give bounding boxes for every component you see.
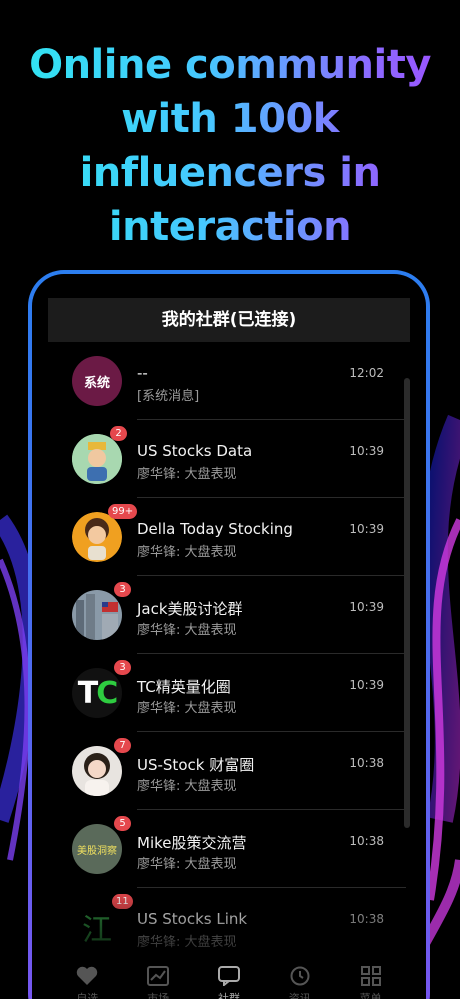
phone-frame: 我的社群(已连接) 系统 -- [系统消息] 12:02 2 US Stocks…	[28, 270, 430, 999]
screen-title: 我的社群(已连接)	[48, 298, 410, 342]
clock-icon	[290, 966, 310, 986]
chat-last-message: 廖华锋: 大盘表现	[137, 545, 237, 560]
headline-line-3: influencers in	[0, 146, 460, 200]
chat-name: US Stocks Link	[137, 910, 248, 928]
chat-last-message: 廖华锋: 大盘表现	[137, 623, 237, 638]
tab-label: 菜单	[359, 992, 382, 999]
chat-row[interactable]: TC 3 TC精英量化圈 廖华锋: 大盘表现 10:39	[32, 654, 426, 732]
grid-icon	[360, 966, 381, 986]
chat-row[interactable]: 7 US-Stock 财富圈 廖华锋: 大盘表现 10:38	[32, 732, 426, 810]
headline-line-2: with 100k	[0, 92, 460, 146]
chat-row-system[interactable]: 系统 -- [系统消息] 12:02	[32, 342, 426, 420]
tab-label: 资讯	[288, 992, 311, 999]
chinese-char-logo-avatar: 江	[72, 902, 122, 952]
cartoon-knight-avatar	[72, 434, 122, 484]
scrollbar[interactable]	[404, 378, 410, 828]
chat-time: 10:39	[349, 600, 384, 614]
chat-icon	[217, 966, 240, 986]
chat-last-message: 廖华锋: 大盘表现	[137, 779, 237, 794]
unread-badge: 3	[114, 582, 131, 597]
unread-badge: 7	[114, 738, 131, 753]
unread-badge: 2	[110, 426, 127, 441]
chat-last-message: 廖华锋: 大盘表现	[137, 857, 237, 872]
tab-community[interactable]: 社群	[199, 954, 259, 999]
unread-badge: 99+	[108, 504, 138, 519]
chat-name: Della Today Stocking	[137, 520, 293, 538]
stock-insight-logo-avatar: 美股洞察	[72, 824, 122, 874]
chat-name: TC精英量化圈	[137, 678, 231, 696]
chat-name: Jack美股讨论群	[137, 600, 243, 618]
tc-logo-avatar: TC	[72, 668, 122, 718]
chat-time: 10:39	[349, 522, 384, 536]
tab-watchlist[interactable]: 自选	[57, 954, 117, 999]
chart-icon	[147, 966, 170, 986]
chat-last-message: [系统消息]	[137, 389, 200, 404]
chat-time: 10:38	[349, 912, 384, 926]
city-flag-avatar	[72, 590, 122, 640]
chat-name: US-Stock 财富圈	[137, 756, 255, 774]
chat-time: 10:39	[349, 444, 384, 458]
headline-line-1: Online community	[0, 38, 460, 92]
tab-market[interactable]: 市场	[128, 954, 188, 999]
chat-time: 10:38	[349, 834, 384, 848]
marketing-headline: Online community with 100k influencers i…	[0, 38, 460, 254]
chat-last-message: 廖华锋: 大盘表现	[137, 935, 237, 950]
woman-photo-avatar	[72, 746, 122, 796]
tab-label: 自选	[76, 992, 99, 999]
tab-news[interactable]: 资讯	[270, 954, 330, 999]
headline-line-4: interaction	[0, 200, 460, 254]
phone-screen: 我的社群(已连接) 系统 -- [系统消息] 12:02 2 US Stocks…	[32, 274, 426, 999]
chat-last-message: 廖华锋: 大盘表现	[137, 701, 237, 716]
chat-time: 10:39	[349, 678, 384, 692]
chat-row[interactable]: 99+ Della Today Stocking 廖华锋: 大盘表现 10:39	[32, 498, 426, 576]
bottom-tab-bar: 自选 市场 社群 资讯 菜单	[32, 954, 426, 999]
chat-name: Mike股策交流营	[137, 834, 247, 852]
chat-row[interactable]: 美股洞察 5 Mike股策交流营 廖华锋: 大盘表现 10:38	[32, 810, 426, 888]
chat-row[interactable]: 3 Jack美股讨论群 廖华锋: 大盘表现 10:39	[32, 576, 426, 654]
tab-menu[interactable]: 菜单	[341, 954, 401, 999]
unread-badge: 3	[114, 660, 131, 675]
tab-label: 市场	[147, 992, 170, 999]
chat-last-message: 廖华锋: 大盘表现	[137, 467, 237, 482]
system-avatar: 系统	[72, 356, 122, 406]
unread-badge: 5	[114, 816, 131, 831]
chat-time: 10:38	[349, 756, 384, 770]
chat-name: --	[137, 364, 148, 382]
chat-name: US Stocks Data	[137, 442, 253, 460]
heart-icon	[77, 966, 98, 985]
chat-time: 12:02	[349, 366, 384, 380]
tab-label: 社群	[217, 992, 240, 999]
unread-badge: 11	[112, 894, 133, 909]
chat-row[interactable]: 2 US Stocks Data 廖华锋: 大盘表现 10:39	[32, 420, 426, 498]
cartoon-girl-avatar	[72, 512, 122, 562]
